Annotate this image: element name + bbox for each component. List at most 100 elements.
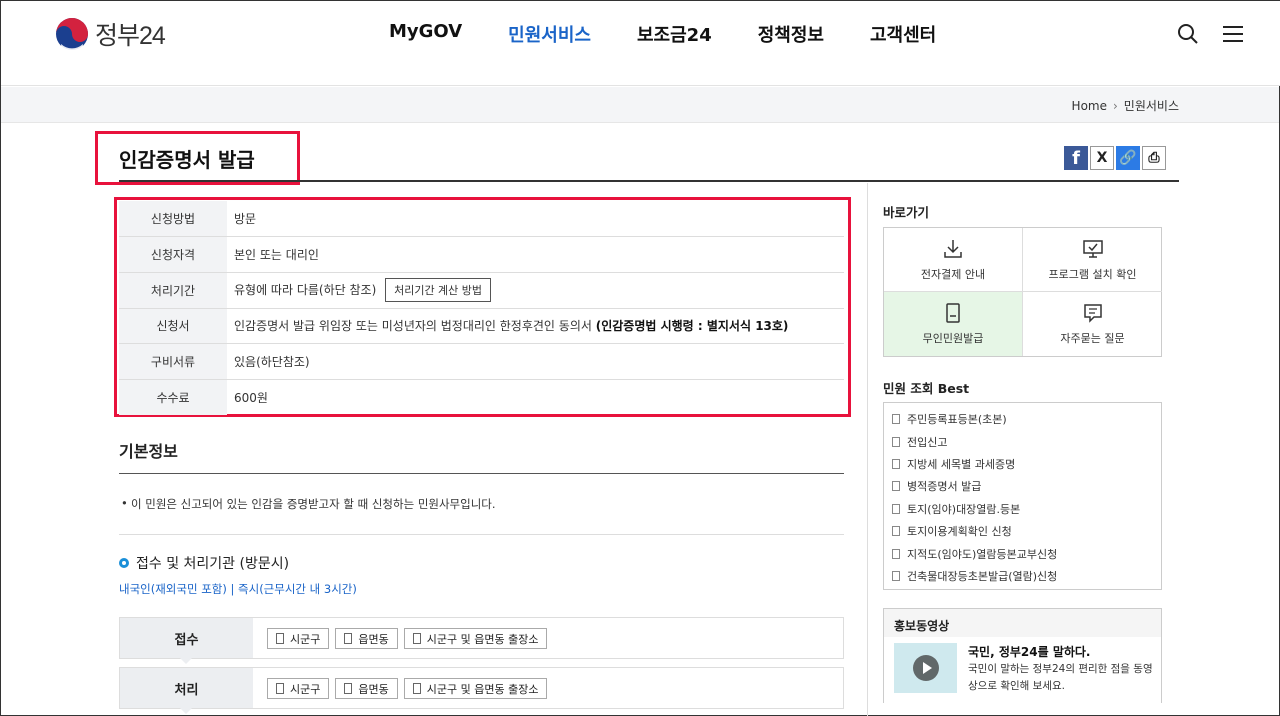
row-label: 처리기간 [119, 272, 227, 309]
best-list-box: 주민등록표등본(초본) 전입신고 지방세 세목별 과세증명 병적증명서 발급 토… [883, 402, 1162, 590]
building-icon [344, 683, 353, 694]
row-label: 신청서 [119, 308, 227, 344]
tag-label: 시군구 [290, 682, 321, 696]
tag-label: 읍면동 [358, 632, 389, 646]
tag-label: 시군구 및 읍면동 출장소 [426, 682, 539, 696]
sidebar-divider [867, 183, 868, 716]
best-title: 민원 조회 Best [883, 381, 970, 396]
table-row: 신청자격 본인 또는 대리인 [119, 236, 844, 273]
video-thumbnail[interactable] [894, 643, 957, 693]
row-label: 신청자격 [119, 236, 227, 273]
table-row: 신청서 인감증명서 발급 위임장 또는 미성년자의 법정대리인 한정후견인 동의… [119, 308, 844, 344]
list-item-label: 지적도(임야도)열람등본교부신청 [907, 547, 1058, 561]
receive-label: 접수 [120, 618, 253, 664]
building-icon [344, 633, 353, 644]
table-row: 구비서류 있음(하단참조) [119, 343, 844, 380]
tag-sigungu[interactable]: 시군구 [267, 628, 330, 649]
list-item-label: 지방세 세목별 과세증명 [907, 457, 1016, 471]
quick-links: 전자결제 안내 프로그램 설치 확인 무인민원발급 자주묻는 질문 [883, 227, 1162, 357]
quick-label: 전자결제 안내 [920, 267, 986, 281]
share-buttons: f X 🔗 ⎙ [1064, 146, 1168, 170]
breadcrumb-current[interactable]: 민원서비스 [1124, 97, 1179, 114]
document-icon [892, 436, 900, 447]
search-icon[interactable] [1177, 23, 1199, 45]
document-icon [892, 570, 900, 581]
quick-faq[interactable]: 자주묻는 질문 [1023, 292, 1162, 356]
eligibility-link[interactable]: 내국인(재외국민 포함) | 즉시(근무시간 내 3시간) [119, 581, 357, 597]
tag-eupmyeondong[interactable]: 읍면동 [335, 678, 398, 699]
basic-info-description: 이 민원은 신고되어 있는 인감을 증명받고자 할 때 신청하는 민원사무입니다… [121, 496, 496, 512]
breadcrumb-bar: Home › 민원서비스 [1, 87, 1279, 123]
row-label: 구비서류 [119, 343, 227, 380]
table-row: 처리기간 유형에 따라 다름(하단 참조) 처리기간 계산 방법 [119, 272, 844, 309]
section-divider [119, 473, 844, 474]
list-item[interactable]: 토지(임야)대장열람.등본 [892, 498, 1161, 520]
tag-sigungu[interactable]: 시군구 [267, 678, 330, 699]
breadcrumb-home[interactable]: Home [1072, 99, 1107, 113]
building-icon [412, 633, 421, 644]
nav-customer-center[interactable]: 고객센터 [870, 21, 936, 47]
list-item[interactable]: 건축물대장등초본발급(열람)신청 [892, 565, 1161, 587]
quick-kiosk[interactable]: 무인민원발급 [884, 292, 1023, 356]
nav-mygov[interactable]: MyGOV [389, 21, 462, 47]
promo-description: 국민이 말하는 정부24의 편리한 점을 동영상으로 확인해 보세요. [968, 663, 1153, 692]
summary-table: 신청방법 방문 신청자격 본인 또는 대리인 처리기간 유형에 따라 다름(하단… [119, 201, 844, 416]
building-icon [412, 683, 421, 694]
row-value: 600원 [234, 391, 268, 406]
agency-subtitle-text: 접수 및 처리기관 (방문시) [136, 556, 290, 572]
row-value: 본인 또는 대리인 [234, 248, 319, 263]
document-icon [892, 526, 900, 537]
tag-eupmyeondong[interactable]: 읍면동 [335, 628, 398, 649]
building-icon [276, 633, 284, 644]
play-icon[interactable] [912, 655, 939, 681]
download-icon [944, 239, 962, 258]
processing-time-calc-button[interactable]: 처리기간 계산 방법 [385, 278, 492, 303]
quick-program-check[interactable]: 프로그램 설치 확인 [1023, 228, 1162, 292]
best-list: 주민등록표등본(초본) 전입신고 지방세 세목별 과세증명 병적증명서 발급 토… [884, 403, 1161, 587]
x-share-icon[interactable]: X [1090, 146, 1114, 170]
row-value-cell: 유형에 따라 다름(하단 참조) 처리기간 계산 방법 [227, 272, 844, 308]
promo-video-box: 홍보동영상 국민, 정부24를 말하다. 국민이 말하는 정부24의 편리한 점… [883, 608, 1162, 703]
promo-title: 홍보동영상 [894, 619, 950, 633]
nav-subsidy24[interactable]: 보조금24 [637, 21, 712, 47]
nav-policy-info[interactable]: 정책정보 [758, 21, 824, 47]
tag-branch-office[interactable]: 시군구 및 읍면동 출장소 [403, 628, 548, 649]
process-tags: 시군구 읍면동 시군구 및 읍면동 출장소 [267, 678, 553, 699]
quick-label: 무인민원발급 [922, 332, 984, 345]
logo[interactable]: 정부24 [55, 16, 166, 52]
document-icon [892, 503, 900, 514]
breadcrumb: Home › 민원서비스 [1072, 97, 1179, 114]
agency-subtitle: 접수 및 처리기관 (방문시) [119, 553, 289, 573]
tag-label: 시군구 및 읍면동 출장소 [426, 632, 539, 646]
site-header: 정부24 MyGOV 민원서비스 보조금24 정책정보 고객센터 [1, 1, 1280, 86]
list-item[interactable]: 주민등록표등본(초본) [892, 408, 1161, 430]
nav-civil-service[interactable]: 민원서비스 [508, 21, 591, 47]
hamburger-menu-icon[interactable] [1222, 24, 1244, 44]
list-item-label: 토지(임야)대장열람.등본 [907, 502, 1021, 516]
print-icon[interactable]: ⎙ [1142, 146, 1166, 170]
list-item[interactable]: 지적도(임야도)열람등본교부신청 [892, 542, 1161, 564]
list-item[interactable]: 토지이용계획확인 신청 [892, 520, 1161, 542]
list-item[interactable]: 전입신고 [892, 430, 1161, 452]
quick-payment-guide[interactable]: 전자결제 안내 [884, 228, 1023, 292]
promo-headline[interactable]: 국민, 정부24를 말하다. [968, 643, 1091, 660]
circle-bullet-icon [119, 558, 129, 568]
taegeuk-logo-icon [56, 18, 88, 51]
quick-label: 프로그램 설치 확인 [1048, 267, 1137, 281]
process-label: 처리 [120, 668, 253, 714]
row-label: 신청방법 [119, 201, 227, 237]
list-item-label: 병적증명서 발급 [907, 480, 982, 494]
breadcrumb-separator-icon: › [1112, 98, 1118, 113]
document-icon [892, 481, 900, 492]
process-row: 처리 시군구 읍면동 시군구 및 읍면동 출장소 [119, 667, 844, 714]
tag-label: 읍면동 [358, 682, 389, 696]
basic-info-title: 기본정보 [119, 442, 178, 461]
list-item[interactable]: 병적증명서 발급 [892, 475, 1161, 497]
copy-link-icon[interactable]: 🔗 [1116, 146, 1140, 170]
row-value: 유형에 따라 다름(하단 참조) [234, 283, 377, 298]
document-icon [892, 414, 900, 425]
list-item-label: 건축물대장등초본발급(열람)신청 [907, 569, 1058, 583]
facebook-share-icon[interactable]: f [1064, 146, 1088, 170]
list-item[interactable]: 지방세 세목별 과세증명 [892, 453, 1161, 475]
tag-branch-office[interactable]: 시군구 및 읍면동 출장소 [403, 678, 548, 699]
